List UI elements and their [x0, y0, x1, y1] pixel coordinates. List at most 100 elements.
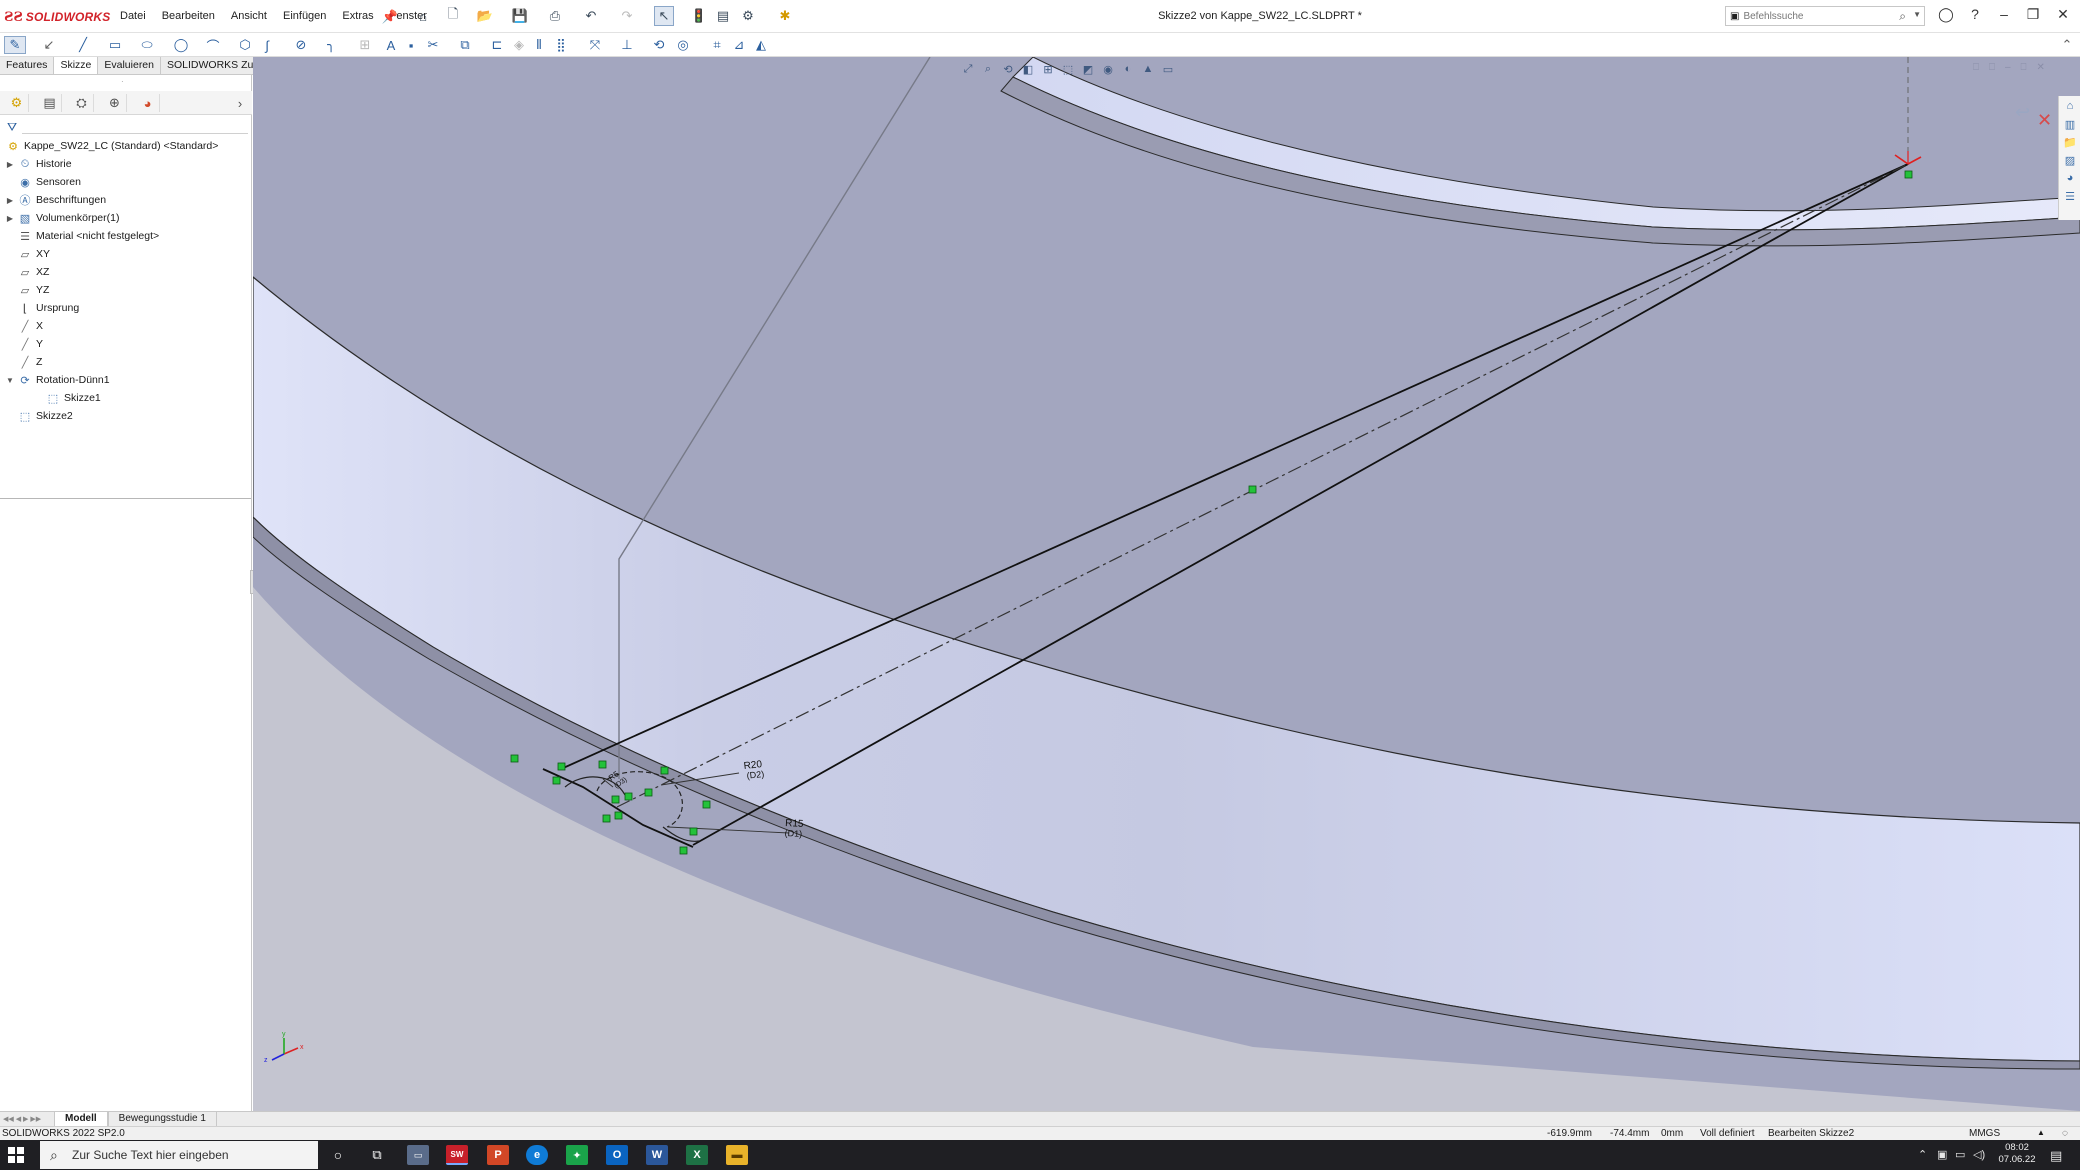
tree-item-rotation-duenn1[interactable]: ▼ ⟳ Rotation-Dünn1 — [6, 372, 110, 388]
command-search-input[interactable]: Befehlssuche — [1743, 11, 1803, 22]
expand-panel-icon[interactable]: › — [232, 94, 248, 112]
linear-pattern-icon[interactable]: ⣿ — [552, 36, 570, 54]
repair-sketch-icon[interactable]: ⟲ — [650, 36, 668, 54]
quick-snaps-icon[interactable]: ◎ — [674, 36, 692, 54]
tree-item-skizze1[interactable]: ⬚ Skizze1 — [34, 390, 101, 406]
circle-icon[interactable]: ◯ — [172, 36, 190, 54]
tree-item-historie[interactable]: ▶ ⏲ Historie — [6, 156, 72, 172]
edit-appearance-icon[interactable]: ◐ — [1120, 61, 1136, 77]
taskbar-clock[interactable]: 08:02 07.06.22 — [1997, 1142, 2037, 1166]
text-icon[interactable]: A — [382, 36, 400, 54]
help-icon[interactable]: ? — [1964, 6, 1986, 26]
edge-icon[interactable]: e — [526, 1145, 548, 1165]
custom-properties-icon[interactable]: ☰ — [2062, 190, 2078, 204]
model-canvas[interactable]: R20 (D2) R15 (D1) R5 (D3) x y z — [253, 57, 2080, 1111]
arc-icon[interactable]: ⌒ — [204, 36, 222, 54]
zoom-to-area-icon[interactable]: ⌕ — [980, 61, 996, 77]
sketch-point[interactable] — [598, 760, 607, 769]
taskbar-search[interactable]: ⌕ Zur Suche Text hier eingeben — [40, 1141, 318, 1169]
sketch-point[interactable] — [660, 766, 669, 775]
tab-navigation-arrows[interactable]: ◀◀ ◀ ▶ ▶▶ — [0, 1113, 54, 1126]
mirror-entities-icon[interactable]: ⫴ — [530, 36, 548, 54]
windows-start-icon[interactable] — [8, 1147, 24, 1163]
view-palette-icon[interactable]: ▨ — [2062, 154, 2078, 168]
hide-show-items-icon[interactable]: ◉ — [1100, 61, 1116, 77]
view-orientation-icon[interactable]: ⬚ — [1060, 61, 1076, 77]
instant2d-icon[interactable]: ⊿ — [730, 36, 748, 54]
file-explorer-taskbar-icon[interactable]: ▬ — [726, 1145, 748, 1165]
zoom-to-fit-icon[interactable]: ⤢ — [960, 61, 976, 77]
file-explorer-icon[interactable]: 📁 — [2062, 136, 2078, 150]
dimension-r20[interactable]: R20 (D2) — [743, 759, 764, 781]
section-view-icon[interactable]: ◧ — [1020, 61, 1036, 77]
minimize-icon[interactable]: – — [1993, 6, 2015, 26]
shaded-sketch-contours-icon[interactable]: ◭ — [752, 36, 770, 54]
network-icon[interactable]: ▭ — [1955, 1148, 1965, 1161]
tree-item-xz[interactable]: ▱ XZ — [6, 264, 50, 280]
tab-evaluieren[interactable]: Evaluieren — [98, 57, 161, 74]
slot-icon[interactable]: ⬭ — [138, 36, 156, 54]
user-account-icon[interactable]: ◯ — [1935, 6, 1957, 26]
sketch-point[interactable] — [510, 754, 519, 763]
solidworks-taskbar-icon[interactable]: SW — [446, 1145, 468, 1165]
tree-item-x[interactable]: ╱ X — [6, 318, 43, 334]
sketch-point[interactable] — [557, 762, 566, 771]
tree-item-skizze2[interactable]: ⬚ Skizze2 — [6, 408, 73, 424]
sketch-point-midpoint[interactable] — [1248, 485, 1257, 494]
status-units[interactable]: MMGS — [1969, 1128, 2000, 1139]
expand-arrow-icon[interactable]: ▶ — [6, 160, 14, 169]
rapid-sketch-icon[interactable]: ⌗ — [708, 36, 726, 54]
display-manager-tab-icon[interactable]: ◕ — [136, 94, 160, 112]
search-magnifier-icon[interactable]: ⌕ — [1899, 9, 1906, 24]
tree-item-yz[interactable]: ▱ YZ — [6, 282, 50, 298]
sketch-point[interactable] — [644, 788, 653, 797]
cortana-icon[interactable]: ○ — [327, 1145, 349, 1165]
exit-sketch-icon[interactable]: ✎ — [4, 36, 26, 54]
expand-arrow-icon[interactable]: ▶ — [6, 214, 14, 223]
sketch-point[interactable] — [611, 795, 620, 804]
fillet-icon[interactable]: ╮ — [322, 36, 340, 54]
dimxpert-tab-icon[interactable]: ⊕ — [103, 94, 127, 112]
sketch-point[interactable] — [602, 814, 611, 823]
expand-arrow-icon[interactable]: ▶ — [6, 196, 14, 205]
word-icon[interactable]: W — [646, 1145, 668, 1165]
view-settings-icon[interactable]: ▭ — [1160, 61, 1176, 77]
display-relations-icon[interactable]: ⊥ — [618, 36, 636, 54]
polygon-icon[interactable]: ⬡ — [236, 36, 254, 54]
tray-app-icon[interactable]: ▣ — [1937, 1148, 1947, 1161]
tab-bewegungsstudie[interactable]: Bewegungsstudie 1 — [107, 1112, 217, 1126]
tab-features[interactable]: Features — [0, 57, 55, 74]
offset-entities-icon[interactable]: ⊏ — [488, 36, 506, 54]
sketch-point[interactable] — [702, 800, 711, 809]
status-message-icon[interactable]: ◌ — [2062, 1128, 2068, 1139]
close-icon[interactable]: ✕ — [2052, 6, 2074, 26]
notification-center-icon[interactable]: ▤ — [2050, 1148, 2062, 1164]
sketch-point[interactable] — [552, 776, 561, 785]
filter-input[interactable] — [22, 133, 248, 134]
offset-on-surface-icon[interactable]: ◈ — [510, 36, 528, 54]
smart-dimension-icon[interactable]: ↙ — [40, 36, 58, 54]
tray-chevron-icon[interactable]: ⌃ — [1918, 1148, 1927, 1161]
ellipse-icon[interactable]: ⊘ — [292, 36, 310, 54]
design-library-icon[interactable]: ▥ — [2062, 118, 2078, 132]
point-icon[interactable]: ▪ — [402, 36, 420, 54]
line-icon[interactable]: ╱ — [74, 36, 92, 54]
powerpoint-icon[interactable]: P — [487, 1145, 509, 1165]
tree-item-z[interactable]: ╱ Z — [6, 354, 43, 370]
units-chevron-up-icon[interactable]: ▲ — [2037, 1128, 2045, 1137]
sketch-point[interactable] — [624, 792, 633, 801]
tree-item-y[interactable]: ╱ Y — [6, 336, 43, 352]
collapse-ribbon-icon[interactable]: ⌃ — [2058, 36, 2076, 54]
command-search[interactable]: ▣ Befehlssuche ⌕ ▼ — [1725, 6, 1925, 26]
graphics-area[interactable]: R20 (D2) R15 (D1) R5 (D3) x y z — [253, 57, 2080, 1111]
tree-item-sensoren[interactable]: ◉ Sensoren — [6, 174, 81, 190]
excel-icon[interactable]: X — [686, 1145, 708, 1165]
volume-icon[interactable]: ◁) — [1973, 1148, 1985, 1161]
apply-scene-icon[interactable]: ▲ — [1140, 61, 1156, 77]
appearances-icon[interactable]: ◕ — [2062, 172, 2078, 186]
dynamic-annotation-icon[interactable]: ⊞ — [1040, 61, 1056, 77]
convert-entities-icon[interactable]: ⧉ — [456, 36, 474, 54]
tree-item-ursprung[interactable]: ⌊ Ursprung — [6, 300, 79, 316]
filter-icon[interactable]: ⛛ — [7, 120, 17, 135]
rectangle-icon[interactable]: ▭ — [106, 36, 124, 54]
